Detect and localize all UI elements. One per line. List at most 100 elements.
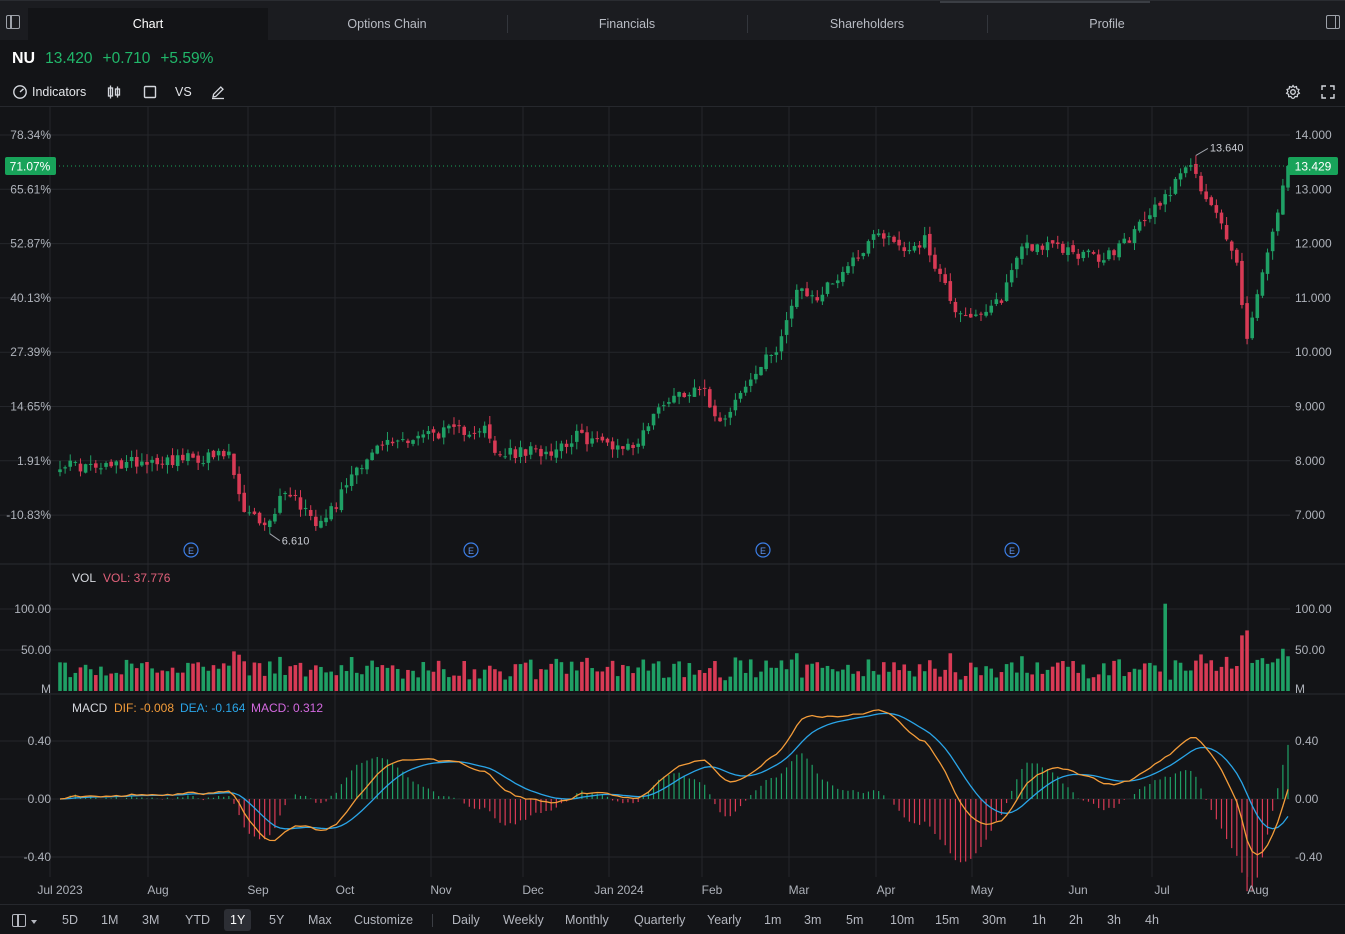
interval-button-15m[interactable]: 15m bbox=[929, 909, 965, 931]
candle-body bbox=[334, 507, 339, 509]
volume-bar bbox=[544, 669, 548, 691]
price-tick-label: 14.000 bbox=[1295, 128, 1332, 142]
top-tab-bar: Chart Options Chain Financials Sharehold… bbox=[0, 0, 1345, 40]
volume-bar bbox=[196, 662, 200, 691]
x-axis-label: Nov bbox=[430, 883, 451, 897]
price-chart-svg[interactable]: 14.000 13.000 12.000 11.000 10.000 9.000 8.000… bbox=[0, 107, 1345, 903]
candle-body bbox=[825, 282, 830, 294]
volume-bar bbox=[493, 669, 497, 691]
candle-body bbox=[508, 447, 513, 455]
range-button-customize[interactable]: Customize bbox=[348, 909, 419, 931]
interval-button-1m[interactable]: 1m bbox=[758, 909, 787, 931]
tab-options-chain[interactable]: Options Chain bbox=[268, 8, 506, 40]
volume-bar bbox=[713, 661, 717, 691]
candle-body bbox=[227, 451, 231, 456]
compare-vs-button[interactable]: VS bbox=[175, 82, 192, 102]
chart-area[interactable]: 14.000 13.000 12.000 11.000 10.000 9.000 8.000… bbox=[0, 106, 1345, 902]
interval-button-daily[interactable]: Daily bbox=[446, 909, 486, 931]
interval-button-30m[interactable]: 30m bbox=[976, 909, 1012, 931]
chart-type-button[interactable] bbox=[106, 82, 122, 102]
tab-financials[interactable]: Financials bbox=[508, 8, 746, 40]
volume-bar bbox=[1163, 603, 1167, 691]
interval-button-10m[interactable]: 10m bbox=[884, 909, 920, 931]
range-button-1y[interactable]: 1Y bbox=[224, 909, 252, 931]
candle-body bbox=[866, 241, 871, 254]
interval-button-3h[interactable]: 3h bbox=[1101, 909, 1127, 931]
candle-body bbox=[574, 430, 579, 442]
candle-body bbox=[605, 438, 610, 443]
volume-bar bbox=[165, 671, 170, 691]
candle-body bbox=[600, 436, 605, 441]
volume-bar bbox=[1015, 672, 1019, 691]
x-axis-label: Aug bbox=[1247, 883, 1268, 897]
tab-shareholders[interactable]: Shareholders bbox=[748, 8, 986, 40]
volume-bar bbox=[728, 676, 733, 691]
macd-value-label: MACD: 0.312 bbox=[251, 701, 323, 715]
candle-body bbox=[247, 512, 252, 514]
interval-button-4h[interactable]: 4h bbox=[1139, 909, 1165, 931]
settings-button[interactable] bbox=[1285, 82, 1301, 102]
volume-bar bbox=[953, 672, 958, 691]
candle-body bbox=[1015, 257, 1019, 270]
candle-body bbox=[160, 463, 165, 465]
candle-body bbox=[380, 444, 385, 446]
interval-button-3m[interactable]: 3m bbox=[798, 909, 827, 931]
interval-button-2h[interactable]: 2h bbox=[1063, 909, 1089, 931]
volume-bar bbox=[1183, 670, 1188, 691]
candle-body bbox=[145, 461, 149, 465]
candle-body bbox=[452, 424, 456, 427]
range-button-5y[interactable]: 5Y bbox=[263, 909, 290, 931]
candle-body bbox=[1275, 212, 1280, 232]
candle-body bbox=[733, 399, 738, 411]
indicators-label: Indicators bbox=[32, 85, 87, 99]
candle-body bbox=[186, 453, 190, 462]
interval-button-weekly[interactable]: Weekly bbox=[497, 909, 550, 931]
chevron-down-icon[interactable] bbox=[31, 920, 37, 924]
left-panel-toggle-icon[interactable] bbox=[6, 15, 20, 29]
indicators-button[interactable]: Indicators bbox=[12, 82, 86, 102]
volume-bar bbox=[452, 675, 456, 691]
percent-tick-label: -10.83% bbox=[6, 508, 51, 522]
interval-button-5m[interactable]: 5m bbox=[840, 909, 869, 931]
rectangle-tool-button[interactable] bbox=[142, 82, 158, 102]
volume-bar bbox=[262, 675, 267, 691]
range-button-max[interactable]: Max bbox=[302, 909, 338, 931]
layout-panel-icon[interactable] bbox=[12, 914, 26, 927]
candle-body bbox=[764, 354, 768, 370]
candle-body bbox=[73, 461, 78, 463]
earnings-marker-text: E bbox=[1009, 546, 1015, 556]
percent-tick-label: 27.39% bbox=[10, 345, 51, 359]
candle-body bbox=[708, 389, 712, 408]
volume-bar bbox=[528, 659, 533, 691]
top-scrollbar[interactable] bbox=[940, 1, 1150, 3]
volume-bar bbox=[257, 663, 262, 691]
candle-body bbox=[1214, 205, 1219, 213]
volume-bar bbox=[974, 667, 978, 691]
candle-body bbox=[498, 454, 502, 456]
fullscreen-button[interactable] bbox=[1320, 82, 1336, 102]
draw-tool-button[interactable] bbox=[210, 82, 226, 102]
candle-body bbox=[401, 439, 405, 441]
tab-profile[interactable]: Profile bbox=[988, 8, 1226, 40]
range-button-1m[interactable]: 1M bbox=[95, 909, 124, 931]
candle-body bbox=[1163, 194, 1167, 205]
volume-bar bbox=[303, 676, 308, 691]
candle-body bbox=[1270, 231, 1275, 252]
tab-chart[interactable]: Chart bbox=[28, 8, 268, 40]
interval-button-yearly[interactable]: Yearly bbox=[701, 909, 747, 931]
interval-button-quarterly[interactable]: Quarterly bbox=[628, 909, 691, 931]
volume-bar bbox=[795, 653, 799, 691]
right-panel-toggle-icon[interactable] bbox=[1326, 15, 1340, 29]
interval-button-1h[interactable]: 1h bbox=[1026, 909, 1052, 931]
volume-bar bbox=[569, 661, 574, 691]
volume-bar bbox=[78, 667, 83, 691]
volume-bar bbox=[1148, 662, 1152, 691]
volume-bar bbox=[1107, 675, 1111, 691]
interval-button-monthly[interactable]: Monthly bbox=[559, 909, 615, 931]
x-axis-label: Sep bbox=[247, 883, 269, 897]
pencil-draw-icon bbox=[210, 84, 226, 100]
candle-body bbox=[661, 405, 666, 407]
range-button-5d[interactable]: 5D bbox=[56, 909, 84, 931]
range-button-3m[interactable]: 3M bbox=[136, 909, 165, 931]
range-button-ytd[interactable]: YTD bbox=[179, 909, 216, 931]
